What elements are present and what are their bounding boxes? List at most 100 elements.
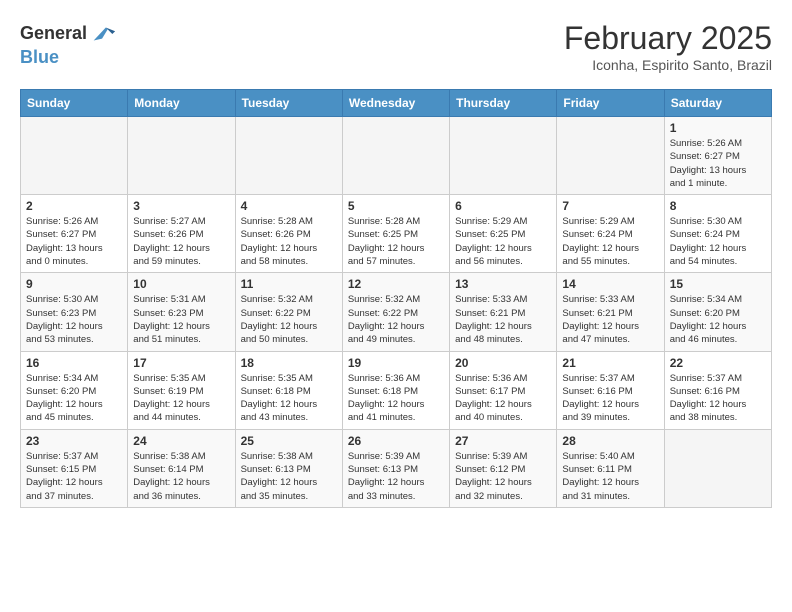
page-header: General Blue February 2025 Iconha, Espir… — [20, 20, 772, 73]
day-info: Sunrise: 5:34 AM Sunset: 6:20 PM Dayligh… — [670, 293, 766, 346]
calendar-cell: 1 Sunrise: 5:26 AM Sunset: 6:27 PM Daylig… — [664, 117, 771, 195]
calendar-cell: 27Sunrise: 5:39 AM Sunset: 6:12 PM Dayli… — [450, 429, 557, 507]
day-info: Sunrise: 5:30 AM Sunset: 6:24 PM Dayligh… — [670, 215, 766, 268]
day-number: 14 — [562, 277, 658, 291]
day-number: 6 — [455, 199, 551, 213]
logo: General Blue — [20, 20, 117, 68]
day-number: 19 — [348, 356, 444, 370]
day-number: 11 — [241, 277, 337, 291]
day-info: Sunrise: 5:32 AM Sunset: 6:22 PM Dayligh… — [348, 293, 444, 346]
weekday-header-friday: Friday — [557, 90, 664, 117]
day-number: 27 — [455, 434, 551, 448]
day-number: 2 — [26, 199, 122, 213]
calendar-cell — [21, 117, 128, 195]
calendar-cell: 14 Sunrise: 5:33 AM Sunset: 6:21 PM Dayli… — [557, 273, 664, 351]
month-title: February 2025 — [564, 20, 772, 57]
calendar-cell: 26 Sunrise: 5:39 AM Sunset: 6:13 PM Dayli… — [342, 429, 449, 507]
day-info: Sunrise: 5:31 AM Sunset: 6:23 PM Dayligh… — [133, 293, 229, 346]
day-info: Sunrise: 5:34 AM Sunset: 6:20 PM Dayligh… — [26, 372, 122, 425]
title-area: February 2025 Iconha, Espirito Santo, Br… — [564, 20, 772, 73]
calendar-cell: 13 Sunrise: 5:33 AM Sunset: 6:21 PM Dayli… — [450, 273, 557, 351]
day-info: Sunrise: 5:28 AM Sunset: 6:25 PM Dayligh… — [348, 215, 444, 268]
day-info: Sunrise: 5:26 AM Sunset: 6:27 PM Dayligh… — [670, 137, 766, 190]
day-number: 15 — [670, 277, 766, 291]
calendar-cell: 4Sunrise: 5:28 AM Sunset: 6:26 PM Daylig… — [235, 195, 342, 273]
calendar-cell: 15 Sunrise: 5:34 AM Sunset: 6:20 PM Dayli… — [664, 273, 771, 351]
day-number: 8 — [670, 199, 766, 213]
calendar-cell: 3Sunrise: 5:27 AM Sunset: 6:26 PM Daylig… — [128, 195, 235, 273]
day-info: Sunrise: 5:33 AM Sunset: 6:21 PM Dayligh… — [562, 293, 658, 346]
day-number: 28 — [562, 434, 658, 448]
calendar-cell: 7 Sunrise: 5:29 AM Sunset: 6:24 PM Daylig… — [557, 195, 664, 273]
calendar-week-3: 9 Sunrise: 5:30 AM Sunset: 6:23 PM Daylig… — [21, 273, 772, 351]
day-info: Sunrise: 5:26 AM Sunset: 6:27 PM Dayligh… — [26, 215, 122, 268]
day-number: 16 — [26, 356, 122, 370]
day-info: Sunrise: 5:29 AM Sunset: 6:25 PM Dayligh… — [455, 215, 551, 268]
day-info: Sunrise: 5:40 AM Sunset: 6:11 PM Dayligh… — [562, 450, 658, 503]
calendar-cell: 10 Sunrise: 5:31 AM Sunset: 6:23 PM Dayli… — [128, 273, 235, 351]
calendar-week-1: 1 Sunrise: 5:26 AM Sunset: 6:27 PM Daylig… — [21, 117, 772, 195]
day-info: Sunrise: 5:39 AM Sunset: 6:13 PM Dayligh… — [348, 450, 444, 503]
location-subtitle: Iconha, Espirito Santo, Brazil — [564, 57, 772, 73]
weekday-header-sunday: Sunday — [21, 90, 128, 117]
day-number: 23 — [26, 434, 122, 448]
weekday-header-wednesday: Wednesday — [342, 90, 449, 117]
calendar-cell: 16 Sunrise: 5:34 AM Sunset: 6:20 PM Dayli… — [21, 351, 128, 429]
calendar-cell: 21 Sunrise: 5:37 AM Sunset: 6:16 PM Dayli… — [557, 351, 664, 429]
logo-text: General — [20, 24, 87, 44]
day-number: 1 — [670, 121, 766, 135]
calendar-cell: 5Sunrise: 5:28 AM Sunset: 6:25 PM Daylig… — [342, 195, 449, 273]
day-number: 9 — [26, 277, 122, 291]
logo-blue-text: Blue — [20, 47, 59, 67]
calendar-cell: 18 Sunrise: 5:35 AM Sunset: 6:18 PM Dayli… — [235, 351, 342, 429]
calendar-cell — [235, 117, 342, 195]
calendar-cell: 2 Sunrise: 5:26 AM Sunset: 6:27 PM Daylig… — [21, 195, 128, 273]
calendar-cell — [557, 117, 664, 195]
day-info: Sunrise: 5:37 AM Sunset: 6:15 PM Dayligh… — [26, 450, 122, 503]
day-number: 10 — [133, 277, 229, 291]
day-info: Sunrise: 5:30 AM Sunset: 6:23 PM Dayligh… — [26, 293, 122, 346]
calendar-table: SundayMondayTuesdayWednesdayThursdayFrid… — [20, 89, 772, 508]
calendar-week-5: 23 Sunrise: 5:37 AM Sunset: 6:15 PM Dayli… — [21, 429, 772, 507]
calendar-cell: 20 Sunrise: 5:36 AM Sunset: 6:17 PM Dayli… — [450, 351, 557, 429]
day-number: 20 — [455, 356, 551, 370]
calendar-week-2: 2 Sunrise: 5:26 AM Sunset: 6:27 PM Daylig… — [21, 195, 772, 273]
day-number: 3 — [133, 199, 229, 213]
day-info: Sunrise: 5:36 AM Sunset: 6:18 PM Dayligh… — [348, 372, 444, 425]
day-info: Sunrise: 5:29 AM Sunset: 6:24 PM Dayligh… — [562, 215, 658, 268]
calendar-week-4: 16 Sunrise: 5:34 AM Sunset: 6:20 PM Dayli… — [21, 351, 772, 429]
calendar-cell: 19 Sunrise: 5:36 AM Sunset: 6:18 PM Dayli… — [342, 351, 449, 429]
calendar-cell: 23 Sunrise: 5:37 AM Sunset: 6:15 PM Dayli… — [21, 429, 128, 507]
day-number: 7 — [562, 199, 658, 213]
weekday-header-tuesday: Tuesday — [235, 90, 342, 117]
weekday-header-monday: Monday — [128, 90, 235, 117]
calendar-header-row: SundayMondayTuesdayWednesdayThursdayFrid… — [21, 90, 772, 117]
calendar-cell — [128, 117, 235, 195]
day-number: 22 — [670, 356, 766, 370]
calendar-cell: 24 Sunrise: 5:38 AM Sunset: 6:14 PM Dayli… — [128, 429, 235, 507]
day-info: Sunrise: 5:28 AM Sunset: 6:26 PM Dayligh… — [241, 215, 337, 268]
calendar-cell: 22 Sunrise: 5:37 AM Sunset: 6:16 PM Dayli… — [664, 351, 771, 429]
day-info: Sunrise: 5:38 AM Sunset: 6:13 PM Dayligh… — [241, 450, 337, 503]
calendar-cell — [342, 117, 449, 195]
day-info: Sunrise: 5:35 AM Sunset: 6:19 PM Dayligh… — [133, 372, 229, 425]
day-info: Sunrise: 5:37 AM Sunset: 6:16 PM Dayligh… — [562, 372, 658, 425]
calendar-cell — [664, 429, 771, 507]
day-info: Sunrise: 5:38 AM Sunset: 6:14 PM Dayligh… — [133, 450, 229, 503]
calendar-cell: 17 Sunrise: 5:35 AM Sunset: 6:19 PM Dayli… — [128, 351, 235, 429]
calendar-cell: 8 Sunrise: 5:30 AM Sunset: 6:24 PM Daylig… — [664, 195, 771, 273]
day-number: 17 — [133, 356, 229, 370]
logo-icon — [89, 20, 117, 48]
day-number: 21 — [562, 356, 658, 370]
day-info: Sunrise: 5:35 AM Sunset: 6:18 PM Dayligh… — [241, 372, 337, 425]
day-number: 26 — [348, 434, 444, 448]
day-number: 18 — [241, 356, 337, 370]
day-number: 24 — [133, 434, 229, 448]
day-info: Sunrise: 5:36 AM Sunset: 6:17 PM Dayligh… — [455, 372, 551, 425]
day-info: Sunrise: 5:37 AM Sunset: 6:16 PM Dayligh… — [670, 372, 766, 425]
day-info: Sunrise: 5:33 AM Sunset: 6:21 PM Dayligh… — [455, 293, 551, 346]
weekday-header-thursday: Thursday — [450, 90, 557, 117]
calendar-cell: 28 Sunrise: 5:40 AM Sunset: 6:11 PM Dayli… — [557, 429, 664, 507]
calendar-cell: 11Sunrise: 5:32 AM Sunset: 6:22 PM Dayli… — [235, 273, 342, 351]
day-number: 13 — [455, 277, 551, 291]
